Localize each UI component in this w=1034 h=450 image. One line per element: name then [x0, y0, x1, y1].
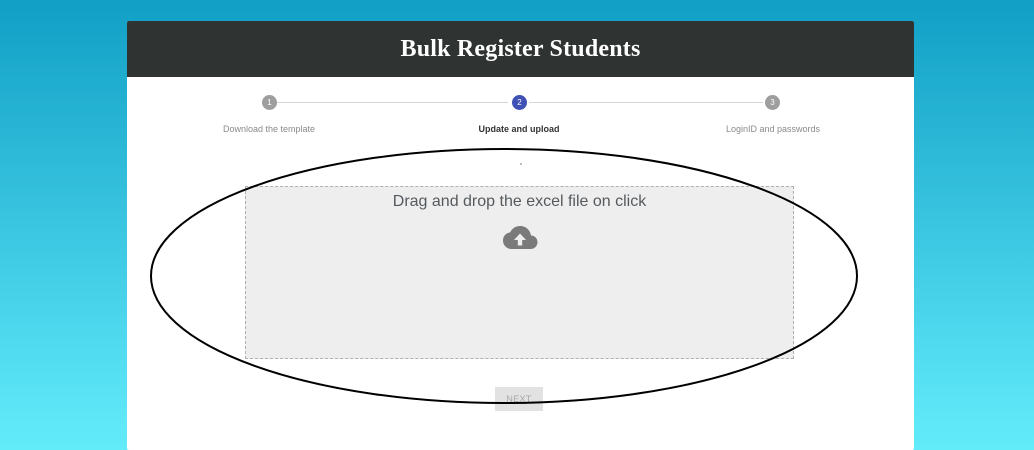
- step-2-icon[interactable]: 2: [512, 95, 527, 110]
- register-card: Bulk Register Students 1 2 3 Download th…: [127, 21, 914, 450]
- step-1-icon[interactable]: 1: [262, 95, 277, 110]
- file-dropzone[interactable]: Drag and drop the excel file on click: [245, 186, 794, 359]
- step-connector-2: [529, 102, 763, 103]
- step-2-label: Update and upload: [478, 124, 560, 134]
- page-title: Bulk Register Students: [400, 35, 641, 62]
- step-3-icon[interactable]: 3: [765, 95, 780, 110]
- card-header: Bulk Register Students: [127, 21, 914, 77]
- step-3-label: LoginID and passwords: [725, 124, 821, 134]
- step-1-label: Download the template: [222, 124, 316, 134]
- stepper: 1 2 3 Download the template Update and u…: [127, 95, 914, 135]
- step-connector-1: [277, 102, 508, 103]
- next-button[interactable]: NEXT: [495, 387, 543, 411]
- divider-dot: [520, 163, 522, 165]
- cloud-upload-icon: [503, 226, 538, 249]
- dropzone-prompt: Drag and drop the excel file on click: [392, 193, 647, 210]
